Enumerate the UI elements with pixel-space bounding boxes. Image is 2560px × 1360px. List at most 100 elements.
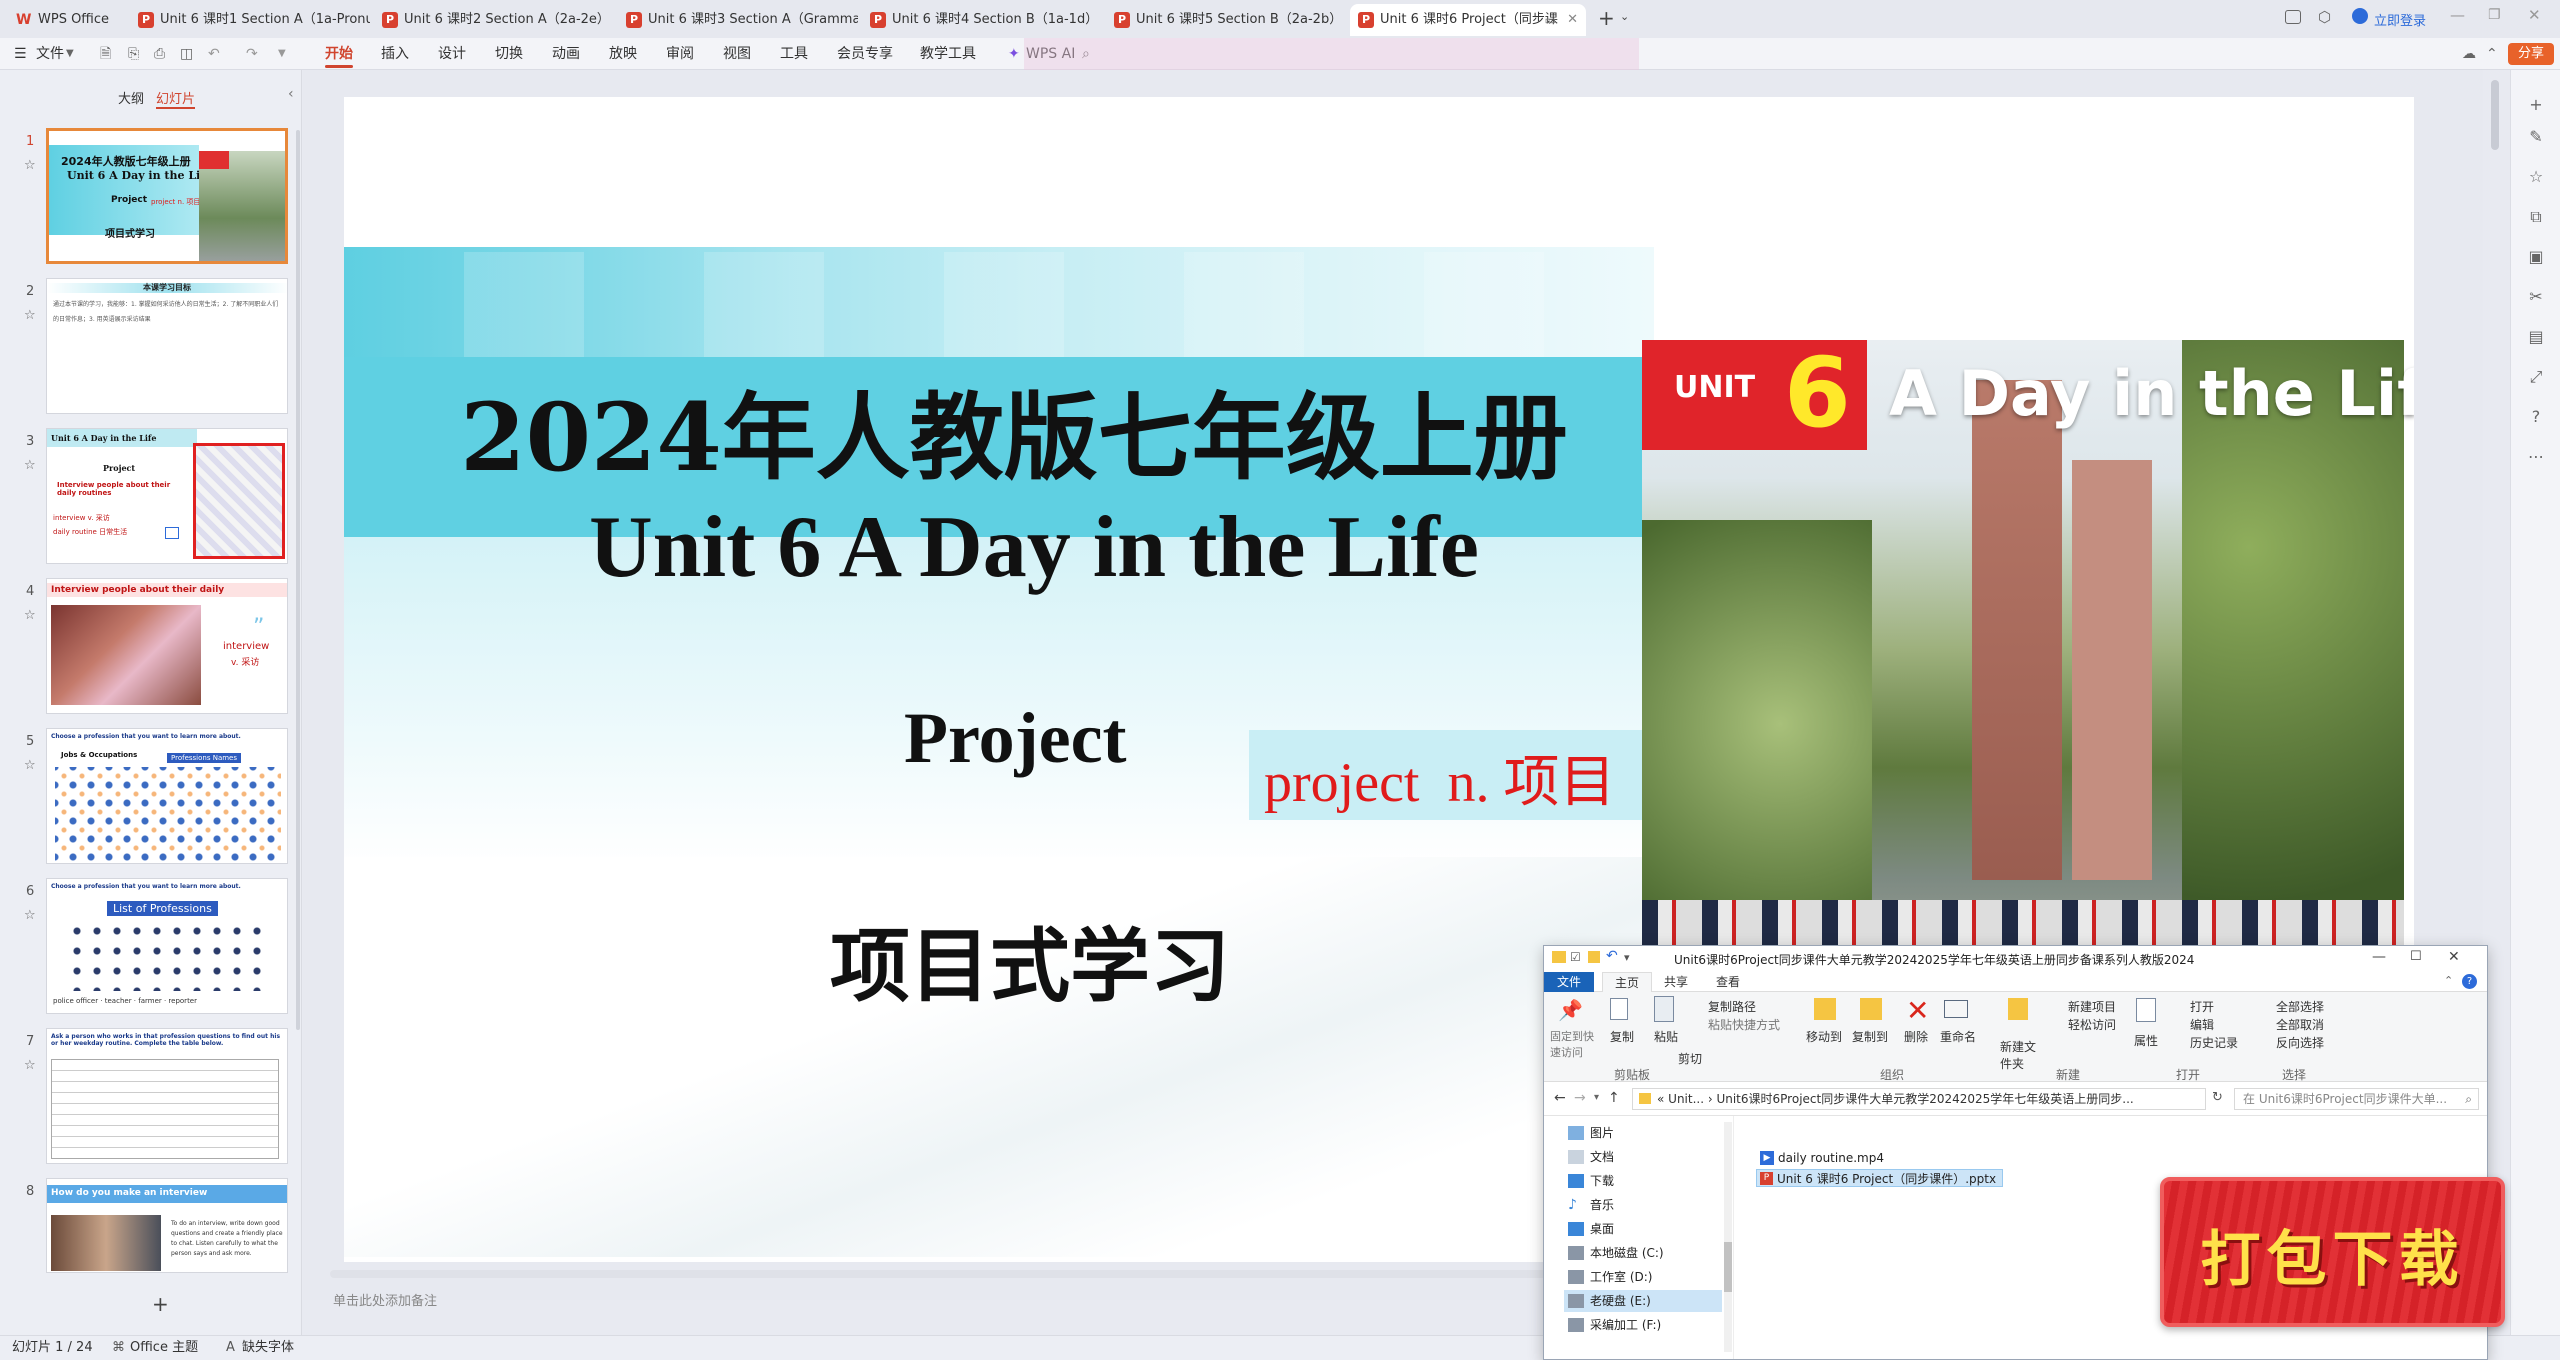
- cut-button[interactable]: 剪切: [1662, 1050, 1702, 1067]
- export-icon[interactable]: ⎘: [128, 38, 139, 70]
- chevron-down-icon[interactable]: ▼: [66, 38, 74, 70]
- menu-transition[interactable]: 切换: [495, 38, 523, 70]
- ribbon-tab-share[interactable]: 共享: [1664, 972, 1688, 992]
- tab-wps-home[interactable]: W WPS Office: [6, 4, 126, 36]
- invert-selection-button[interactable]: 反向选择: [2260, 1034, 2324, 1051]
- more-icon[interactable]: ⋯: [2525, 446, 2547, 468]
- notes-placeholder[interactable]: 单击此处添加备注: [333, 1290, 437, 1309]
- close-window-icon[interactable]: ✕: [2528, 6, 2541, 24]
- add-icon[interactable]: +: [2525, 94, 2547, 116]
- slide-thumbnail-3[interactable]: Unit 6 A Day in the Life Project Intervi…: [46, 428, 288, 564]
- new-item-button[interactable]: 新建项目: [2052, 998, 2116, 1015]
- tab-document[interactable]: P Unit 6 课时5 Section B（2a-2b）: [1106, 4, 1346, 36]
- nav-desktop[interactable]: 桌面: [1564, 1218, 1614, 1240]
- share-button[interactable]: 分享: [2508, 43, 2554, 65]
- cube-icon[interactable]: ⬡: [2318, 8, 2331, 26]
- minimize-icon[interactable]: —: [2372, 949, 2386, 965]
- copy-button[interactable]: 复制: [1610, 1028, 1634, 1045]
- menu-file[interactable]: 文件: [36, 38, 64, 70]
- preview-icon[interactable]: ◫: [180, 38, 193, 70]
- star-icon[interactable]: ☆: [24, 1058, 36, 1073]
- menu-member[interactable]: 会员专享: [837, 38, 893, 70]
- history-button[interactable]: 历史记录: [2174, 1034, 2238, 1051]
- edit-button[interactable]: 编辑: [2174, 1016, 2214, 1033]
- slide-thumbnail-1[interactable]: 2024年人教版七年级上册 Unit 6 A Day in the Life P…: [46, 128, 288, 264]
- paste-button[interactable]: 粘贴: [1654, 1028, 1678, 1045]
- close-tab-icon[interactable]: ✕: [1567, 4, 1578, 36]
- book-icon[interactable]: ▤: [2525, 326, 2547, 348]
- slide-thumbnail-4[interactable]: Interview people about their daily inter…: [46, 578, 288, 714]
- restore-icon[interactable]: ❐: [2488, 7, 2501, 23]
- file-item-selected[interactable]: P Unit 6 课时6 Project（同步课件）.pptx: [1756, 1169, 2004, 1187]
- theme-name[interactable]: Office 主题: [130, 1336, 198, 1360]
- nav-documents[interactable]: 文档: [1564, 1146, 1614, 1168]
- tab-outline[interactable]: 大纲: [118, 88, 144, 107]
- nav-pictures[interactable]: 图片: [1564, 1122, 1614, 1144]
- help-icon[interactable]: ?: [2462, 974, 2477, 989]
- easy-access-button[interactable]: 轻松访问: [2052, 1016, 2116, 1033]
- star-icon[interactable]: ☆: [24, 458, 36, 473]
- paste-shortcut-button[interactable]: 粘贴快捷方式: [1692, 1016, 1780, 1033]
- undo-icon[interactable]: ↶: [208, 38, 220, 70]
- wps-ai-icon[interactable]: ✦: [1008, 38, 1020, 70]
- move-to-button[interactable]: 移动到: [1806, 1028, 1842, 1045]
- menu-view[interactable]: 视图: [723, 38, 751, 70]
- help-icon[interactable]: ?: [2525, 406, 2547, 428]
- print-icon[interactable]: ⎙: [154, 38, 165, 70]
- scrollbar-thumb[interactable]: [1724, 1242, 1732, 1292]
- quick-access-icon[interactable]: ☑: [1570, 950, 1581, 964]
- add-slide-button[interactable]: +: [152, 1292, 169, 1316]
- star-icon[interactable]: ☆: [2525, 166, 2547, 188]
- star-icon[interactable]: ☆: [24, 608, 36, 623]
- save-icon[interactable]: 🗎: [100, 38, 111, 70]
- star-icon[interactable]: ☆: [24, 908, 36, 923]
- hamburger-icon[interactable]: ☰: [14, 38, 27, 70]
- ribbon-tab-view[interactable]: 查看: [1716, 972, 1740, 992]
- cloud-icon[interactable]: ☁: [2462, 38, 2476, 70]
- layout-icon[interactable]: [2285, 10, 2301, 24]
- recent-icon[interactable]: ▾: [1594, 1092, 1599, 1103]
- chevron-down-icon[interactable]: ⌄: [1620, 10, 1629, 23]
- ribbon-tab-file[interactable]: 文件: [1544, 972, 1594, 992]
- open-button[interactable]: 打开: [2174, 998, 2214, 1015]
- new-folder-button[interactable]: 新建文件夹: [2000, 1038, 2040, 1072]
- slide-thumbnail-7[interactable]: Ask a person who works in that professio…: [46, 1028, 288, 1164]
- menu-home[interactable]: 开始: [325, 38, 353, 70]
- nav-scrollbar[interactable]: [1724, 1122, 1732, 1352]
- copy-to-button[interactable]: 复制到: [1852, 1028, 1888, 1045]
- new-folder-icon[interactable]: [1588, 951, 1600, 963]
- menu-slideshow[interactable]: 放映: [609, 38, 637, 70]
- collapse-icon[interactable]: ⌃: [2486, 38, 2498, 70]
- select-all-button[interactable]: 全部选择: [2260, 998, 2324, 1015]
- tab-document[interactable]: P Unit 6 课时4 Section B（1a-1d）: [862, 4, 1102, 36]
- edit-icon[interactable]: ✎: [2525, 126, 2547, 148]
- forward-icon[interactable]: →: [1574, 1090, 1586, 1106]
- tab-document[interactable]: P Unit 6 课时1 Section A（1a-Pronun: [130, 4, 370, 36]
- pin-quick-access[interactable]: 固定到快速访问: [1550, 1028, 1594, 1060]
- tab-document[interactable]: P Unit 6 课时2 Section A（2a-2e）: [374, 4, 614, 36]
- refresh-icon[interactable]: ↻: [2212, 1090, 2223, 1105]
- nav-drive-e[interactable]: 老硬盘 (E:): [1564, 1290, 1722, 1312]
- slide-thumbnail-8[interactable]: How do you make an interview To do an in…: [46, 1178, 288, 1273]
- undo-icon[interactable]: ↶: [1606, 948, 1618, 964]
- copy-icon[interactable]: ⧉: [2525, 206, 2547, 228]
- menu-review[interactable]: 审阅: [666, 38, 694, 70]
- login-link[interactable]: 立即登录: [2374, 10, 2426, 29]
- slide-thumbnail-5[interactable]: Choose a profession that you want to lea…: [46, 728, 288, 864]
- menu-insert[interactable]: 插入: [381, 38, 409, 70]
- nav-drive-c[interactable]: 本地磁盘 (C:): [1564, 1242, 1664, 1264]
- tools-icon[interactable]: ✂: [2525, 286, 2547, 308]
- menu-teaching-tools[interactable]: 教学工具: [920, 38, 976, 70]
- tab-slides[interactable]: 幻灯片: [156, 88, 196, 109]
- image-icon[interactable]: ▣: [2525, 246, 2547, 268]
- nav-drive-f[interactable]: 采编加工 (F:): [1564, 1314, 1661, 1336]
- pin-icon[interactable]: 📌: [1558, 998, 1583, 1022]
- nav-drive-d[interactable]: 工作室 (D:): [1564, 1266, 1652, 1288]
- horizontal-scrollbar[interactable]: [330, 1270, 1590, 1278]
- missing-font[interactable]: 缺失字体: [242, 1336, 294, 1360]
- download-badge[interactable]: 打包下载: [2160, 1177, 2505, 1327]
- rename-button[interactable]: 重命名: [1940, 1028, 1976, 1045]
- new-tab-icon[interactable]: +: [1598, 6, 1615, 30]
- file-item[interactable]: ▶ daily routine.mp4: [1758, 1149, 1884, 1167]
- close-icon[interactable]: ✕: [2448, 949, 2460, 965]
